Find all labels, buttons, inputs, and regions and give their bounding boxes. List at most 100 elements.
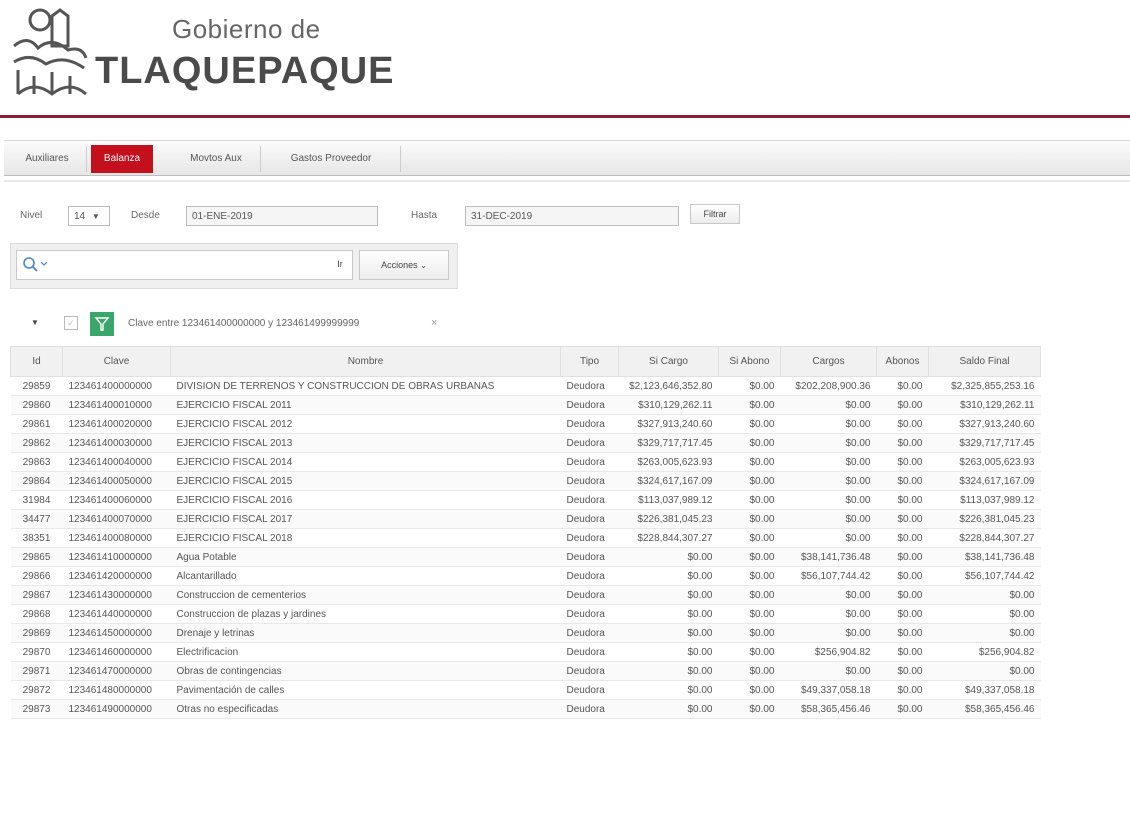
cell-saldo-final: $38,141,736.48 xyxy=(928,547,1041,567)
cell-clave: 123461400070000 xyxy=(62,509,171,529)
cell-abonos: $0.00 xyxy=(876,680,929,700)
cell-cargos: $0.00 xyxy=(780,509,877,529)
cell-cargos: $0.00 xyxy=(780,471,877,491)
cell-cargos: $0.00 xyxy=(780,623,877,643)
search-icon[interactable] xyxy=(21,255,49,275)
cell-tipo: Deudora xyxy=(560,566,619,586)
cell-si-abono: $0.00 xyxy=(718,547,781,567)
cell-tipo: Deudora xyxy=(560,642,619,662)
cell-saldo-final: $327,913,240.60 xyxy=(928,414,1041,434)
cell-si-abono: $0.00 xyxy=(718,452,781,472)
hasta-label: Hasta xyxy=(411,210,438,221)
cell-tipo: Deudora xyxy=(560,680,619,700)
cell-cargos: $0.00 xyxy=(780,414,877,434)
desde-input[interactable]: 01-ENE-2019 xyxy=(186,206,378,226)
table-row[interactable]: 29873 123461490000000 Otras no especificad… xyxy=(10,699,1041,719)
balance-table: Id Clave Nombre Tipo Si Cargo Si Abono C… xyxy=(10,346,1041,719)
cell-nombre: EJERCICIO FISCAL 2016 xyxy=(170,490,561,510)
column-header-saldo-final[interactable]: Saldo Final xyxy=(928,346,1041,377)
table-row[interactable]: 29864 123461400050000 EJERCICIO FISCAL 201… xyxy=(10,471,1041,491)
tlaquepaque-emblem-icon xyxy=(13,8,88,96)
tab-auxiliares[interactable]: Auxiliares xyxy=(8,146,87,172)
table-row[interactable]: 31984 123461400060000 EJERCICIO FISCAL 201… xyxy=(10,490,1041,510)
nivel-value: 14 xyxy=(74,211,86,222)
cell-si-cargo: $263,005,623.93 xyxy=(618,452,719,472)
cell-si-abono: $0.00 xyxy=(718,661,781,681)
tab-bar: Auxiliares Balanza Movtos Aux Gastos Pro… xyxy=(4,140,1130,176)
table-row[interactable]: 29860 123461400010000 EJERCICIO FISCAL 201… xyxy=(10,395,1041,415)
cell-nombre: DIVISION DE TERRENOS Y CONSTRUCCION DE O… xyxy=(170,376,561,396)
cell-cargos: $0.00 xyxy=(780,433,877,453)
column-header-nombre[interactable]: Nombre xyxy=(170,346,561,377)
tab-movtos-aux[interactable]: Movtos Aux xyxy=(172,146,261,172)
chevron-down-icon: ⌄ xyxy=(420,261,427,270)
cell-nombre: Electrificacion xyxy=(170,642,561,662)
filter-checkbox[interactable]: ✓ xyxy=(64,316,78,330)
cell-si-cargo: $0.00 xyxy=(618,661,719,681)
table-row[interactable]: 29868 123461440000000 Construccion de plaz… xyxy=(10,604,1041,624)
cell-nombre: Otras no especificadas xyxy=(170,699,561,719)
chevron-down-icon: ▼ xyxy=(91,212,100,221)
search-input[interactable] xyxy=(16,250,353,280)
cell-clave: 123461430000000 xyxy=(62,585,171,605)
cell-nombre: Alcantarillado xyxy=(170,566,561,586)
column-header-cargos[interactable]: Cargos xyxy=(780,346,877,377)
funnel-icon xyxy=(90,312,114,336)
table-row[interactable]: 29871 123461470000000 Obras de contingenci… xyxy=(10,661,1041,681)
cell-saldo-final: $226,381,045.23 xyxy=(928,509,1041,529)
column-header-clave[interactable]: Clave xyxy=(62,346,171,377)
cell-id: 29862 xyxy=(10,433,63,453)
cell-abonos: $0.00 xyxy=(876,471,929,491)
tab-gastos-proveedor[interactable]: Gastos Proveedor xyxy=(262,146,401,172)
cell-tipo: Deudora xyxy=(560,490,619,510)
divider xyxy=(4,180,1130,182)
table-row[interactable]: 38351 123461400080000 EJERCICIO FISCAL 201… xyxy=(10,528,1041,548)
table-row[interactable]: 29859 123461400000000 DIVISION DE TERRENOS… xyxy=(10,376,1041,396)
gov-prefix: Gobierno de xyxy=(172,14,321,44)
cell-id: 29873 xyxy=(10,699,63,719)
cell-clave: 123461480000000 xyxy=(62,680,171,700)
cell-tipo: Deudora xyxy=(560,623,619,643)
actions-button[interactable]: Acciones ⌄ xyxy=(359,250,449,280)
cell-tipo: Deudora xyxy=(560,509,619,529)
cell-clave: 123461400040000 xyxy=(62,452,171,472)
table-row[interactable]: 29861 123461400020000 EJERCICIO FISCAL 201… xyxy=(10,414,1041,434)
table-row[interactable]: 29870 123461460000000 Electrificacion Deudo… xyxy=(10,642,1041,662)
column-header-tipo[interactable]: Tipo xyxy=(560,346,619,377)
table-row[interactable]: 29862 123461400030000 EJERCICIO FISCAL 201… xyxy=(10,433,1041,453)
table-row[interactable]: 29867 123461430000000 Construccion de ceme… xyxy=(10,585,1041,605)
column-header-si-abono[interactable]: Si Abono xyxy=(718,346,781,377)
table-row[interactable]: 29872 123461480000000 Pavimentación de cal… xyxy=(10,680,1041,700)
column-header-si-cargo[interactable]: Si Cargo xyxy=(618,346,719,377)
cell-nombre: EJERCICIO FISCAL 2012 xyxy=(170,414,561,434)
table-row[interactable]: 34477 123461400070000 EJERCICIO FISCAL 201… xyxy=(10,509,1041,529)
table-row[interactable]: 29866 123461420000000 Alcantarillado Deudor… xyxy=(10,566,1041,586)
tab-balanza[interactable]: Balanza xyxy=(91,145,153,173)
active-filter-text[interactable]: Clave entre 123461400000000 y 1234614999… xyxy=(128,318,359,329)
table-row[interactable]: 29863 123461400040000 EJERCICIO FISCAL 201… xyxy=(10,452,1041,472)
cell-saldo-final: $324,617,167.09 xyxy=(928,471,1041,491)
cell-saldo-final: $0.00 xyxy=(928,661,1041,681)
cell-tipo: Deudora xyxy=(560,433,619,453)
hasta-input[interactable]: 31-DEC-2019 xyxy=(465,206,679,226)
table-row[interactable]: 29865 123461410000000 Agua Potable Deudora $… xyxy=(10,547,1041,567)
cell-si-cargo: $0.00 xyxy=(618,566,719,586)
column-header-id[interactable]: Id xyxy=(10,346,63,377)
cell-cargos: $0.00 xyxy=(780,452,877,472)
collapse-toggle-icon[interactable]: ▼ xyxy=(31,318,39,327)
filter-button[interactable]: Filtrar xyxy=(690,204,740,224)
cell-nombre: Obras de contingencias xyxy=(170,661,561,681)
remove-filter-icon[interactable]: × xyxy=(431,317,437,329)
nivel-select[interactable]: 14 ▼ xyxy=(68,206,110,226)
cell-abonos: $0.00 xyxy=(876,604,929,624)
cell-si-abono: $0.00 xyxy=(718,395,781,415)
cell-id: 29866 xyxy=(10,566,63,586)
cell-abonos: $0.00 xyxy=(876,585,929,605)
cell-clave: 123461400010000 xyxy=(62,395,171,415)
cell-cargos: $0.00 xyxy=(780,661,877,681)
cell-id: 29859 xyxy=(10,376,63,396)
column-header-abonos[interactable]: Abonos xyxy=(876,346,929,377)
table-row[interactable]: 29869 123461450000000 Drenaje y letrinas De… xyxy=(10,623,1041,643)
go-button[interactable]: Ir xyxy=(327,250,353,280)
cell-abonos: $0.00 xyxy=(876,414,929,434)
